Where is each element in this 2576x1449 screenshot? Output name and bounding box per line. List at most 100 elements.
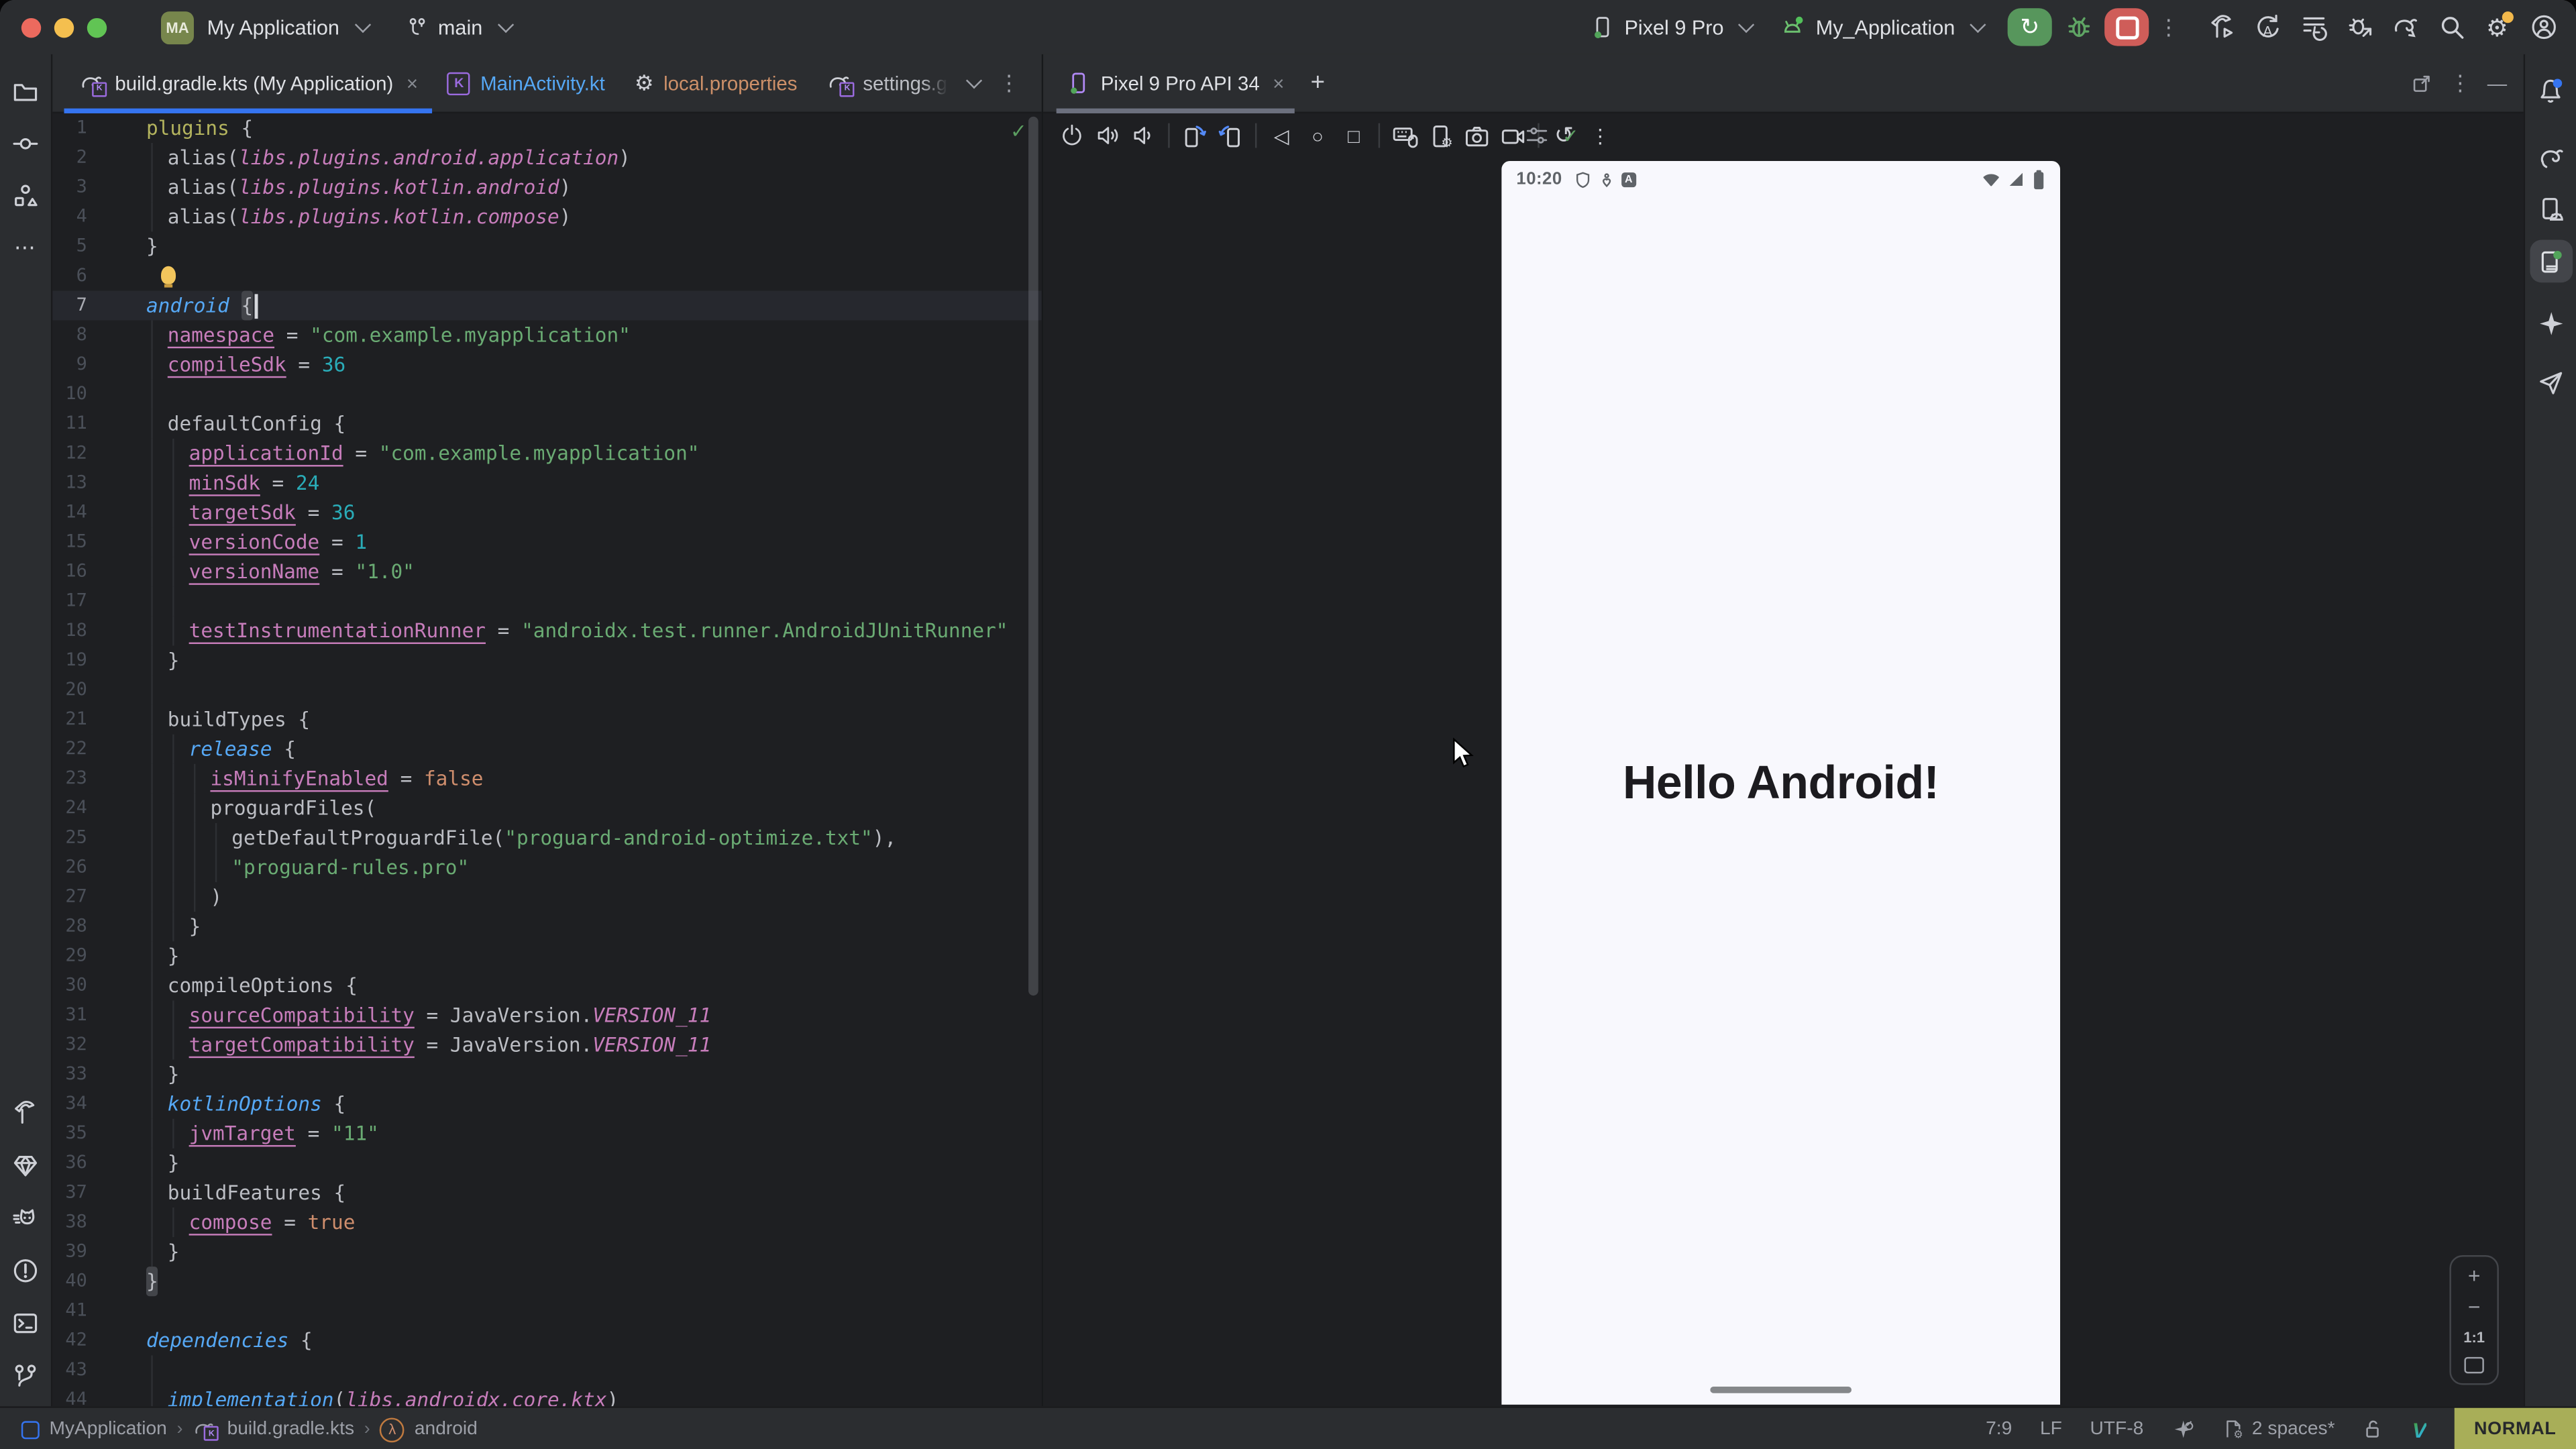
ui-settings-icon[interactable] [1525, 123, 1550, 148]
emulator-more-button[interactable]: ⋮ [1582, 117, 1618, 154]
code-line-39[interactable]: 39} [52, 1237, 1041, 1267]
run-configuration-selector[interactable]: My_Application [1780, 15, 1982, 40]
debug-button[interactable] [2059, 7, 2098, 47]
zoom-in-button[interactable]: + [2468, 1267, 2481, 1286]
commit-tool-button[interactable] [4, 121, 47, 164]
code-line-31[interactable]: 31sourceCompatibility = JavaVersion.VERS… [52, 1000, 1041, 1030]
code-line-2[interactable]: 2alias(libs.plugins.android.application) [52, 143, 1041, 172]
volume-up-button[interactable] [1089, 117, 1126, 154]
power-button[interactable] [1053, 117, 1089, 154]
code-line-9[interactable]: 9compileSdk = 36 [52, 350, 1041, 380]
code-line-17[interactable]: 17 [52, 586, 1041, 616]
version-control-tool-button[interactable] [4, 1354, 47, 1397]
code-line-1[interactable]: 1plugins { [52, 113, 1041, 143]
editor-scrollbar[interactable] [1028, 117, 1038, 996]
maximize-window-button[interactable] [87, 17, 107, 37]
tab-mainactivity-kt[interactable]: K MainActivity.kt [433, 54, 620, 112]
volume-down-button[interactable] [1126, 117, 1162, 154]
notifications-tool-button[interactable] [2529, 69, 2572, 112]
tab-options-button[interactable]: ⋮ [987, 54, 1031, 112]
code-line-8[interactable]: 8namespace = "com.example.myapplication" [52, 321, 1041, 350]
panel-options-button[interactable]: ⋮ [2449, 70, 2471, 96]
code-line-15[interactable]: 15versionCode = 1 [52, 527, 1041, 557]
more-tool-windows-button[interactable]: ⋯ [4, 227, 47, 270]
code-line-6[interactable]: 6 [52, 261, 1041, 290]
code-line-5[interactable]: 5} [52, 231, 1041, 261]
terminal-tool-button[interactable] [4, 1301, 47, 1344]
code-line-36[interactable]: 36} [52, 1148, 1041, 1178]
settings-button[interactable]: ⚙ [2477, 7, 2517, 47]
code-line-12[interactable]: 12applicationId = "com.example.myapplica… [52, 439, 1041, 468]
device-screen[interactable]: 10:20 A Hello Android! [1501, 161, 2060, 1405]
run-more-options-button[interactable]: ⋮ [2155, 14, 2182, 40]
hide-panel-button[interactable]: — [2487, 72, 2507, 95]
code-line-13[interactable]: 13minSdk = 24 [52, 468, 1041, 498]
code-line-35[interactable]: 35jvmTarget = "11" [52, 1119, 1041, 1148]
breadcrumb-project[interactable]: MyApplication [49, 1419, 166, 1439]
code-line-44[interactable]: 44implementation(libs.androidx.core.ktx) [52, 1385, 1041, 1406]
running-devices-tool-button[interactable] [2529, 240, 2572, 283]
screenshot-button[interactable] [1459, 117, 1495, 154]
code-line-30[interactable]: 30compileOptions { [52, 971, 1041, 1000]
branch-selector[interactable]: main [405, 15, 509, 38]
vim-mode-badge[interactable]: NORMAL [2455, 1408, 2576, 1449]
device-settings-button[interactable]: ⚙ [1423, 117, 1459, 154]
live-edit-ok-icon[interactable]: ✓ [1562, 124, 1579, 147]
code-line-25[interactable]: 25getDefaultProguardFile("proguard-andro… [52, 823, 1041, 853]
problems-tool-button[interactable] [4, 1248, 47, 1291]
back-button[interactable]: ◁ [1263, 117, 1299, 154]
caret-position[interactable]: 7:9 [1986, 1419, 2012, 1439]
apply-changes-restart-button[interactable] [2294, 7, 2333, 47]
hardware-input-button[interactable] [1387, 117, 1423, 154]
code-line-23[interactable]: 23isMinifyEnabled = false [52, 764, 1041, 794]
vim-plugin-icon[interactable]: V [2412, 1417, 2426, 1442]
code-line-11[interactable]: 11defaultConfig { [52, 409, 1041, 439]
close-tab-icon[interactable]: × [1273, 72, 1284, 95]
code-line-22[interactable]: 22release { [52, 735, 1041, 764]
zoom-out-button[interactable]: − [2468, 1298, 2481, 1318]
code-line-4[interactable]: 4alias(libs.plugins.kotlin.compose) [52, 202, 1041, 231]
file-encoding[interactable]: UTF-8 [2090, 1419, 2143, 1439]
breadcrumb-element[interactable]: android [415, 1419, 478, 1439]
hidden-tabs-dropdown[interactable] [951, 54, 987, 112]
code-line-38[interactable]: 38compose = true [52, 1208, 1041, 1237]
code-line-18[interactable]: 18testInstrumentationRunner = "androidx.… [52, 616, 1041, 645]
code-line-16[interactable]: 16versionName = "1.0" [52, 557, 1041, 586]
add-device-tab-button[interactable]: + [1311, 69, 1325, 97]
open-in-window-icon[interactable] [2410, 72, 2433, 95]
code-line-32[interactable]: 32targetCompatibility = JavaVersion.VERS… [52, 1030, 1041, 1060]
code-line-29[interactable]: 29} [52, 941, 1041, 971]
code-line-26[interactable]: 26"proguard-rules.pro" [52, 853, 1041, 882]
logcat-tool-button[interactable] [4, 1196, 47, 1239]
rotate-right-button[interactable] [1212, 117, 1248, 154]
code-line-3[interactable]: 3alias(libs.plugins.kotlin.android) [52, 172, 1041, 202]
build-button[interactable] [2202, 7, 2241, 47]
close-tab-icon[interactable]: × [407, 72, 418, 95]
rerun-button[interactable]: ↻ [2008, 8, 2052, 46]
device-selector[interactable]: Pixel 9 Pro [1590, 15, 1750, 40]
code-line-10[interactable]: 10 [52, 380, 1041, 409]
code-line-24[interactable]: 24proguardFiles( [52, 794, 1041, 823]
code-line-34[interactable]: 34kotlinOptions { [52, 1089, 1041, 1119]
ai-sparkle-off-icon[interactable] [2171, 1417, 2194, 1440]
line-ending[interactable]: LF [2040, 1419, 2062, 1439]
code-line-41[interactable]: 41 [52, 1296, 1041, 1326]
code-editor[interactable]: 1plugins {2alias(libs.plugins.android.ap… [52, 113, 1041, 1406]
project-tool-button[interactable] [4, 69, 47, 112]
code-line-20[interactable]: 20 [52, 676, 1041, 705]
tab-build-gradle-kts[interactable]: K build.gradle.kts (My Application) × [64, 54, 433, 112]
apply-code-changes-button[interactable]: A [2247, 7, 2287, 47]
profile-button[interactable] [2524, 7, 2563, 47]
project-selector[interactable]: My Application [207, 15, 366, 38]
code-line-19[interactable]: 19} [52, 645, 1041, 675]
device-manager-tool-button[interactable] [2529, 187, 2572, 230]
code-line-37[interactable]: 37buildFeatures { [52, 1178, 1041, 1208]
indent-setting[interactable]: ⚙ 2 spaces* [2222, 1417, 2335, 1440]
tab-local-properties[interactable]: ⚙ local.properties [620, 54, 812, 112]
code-line-43[interactable]: 43 [52, 1355, 1041, 1385]
device-tab-pixel9pro[interactable]: Pixel 9 Pro API 34 × [1057, 54, 1294, 112]
code-line-33[interactable]: 33} [52, 1060, 1041, 1089]
structure-tool-button[interactable] [4, 174, 47, 217]
code-line-40[interactable]: 40} [52, 1267, 1041, 1296]
code-line-42[interactable]: 42dependencies { [52, 1326, 1041, 1355]
